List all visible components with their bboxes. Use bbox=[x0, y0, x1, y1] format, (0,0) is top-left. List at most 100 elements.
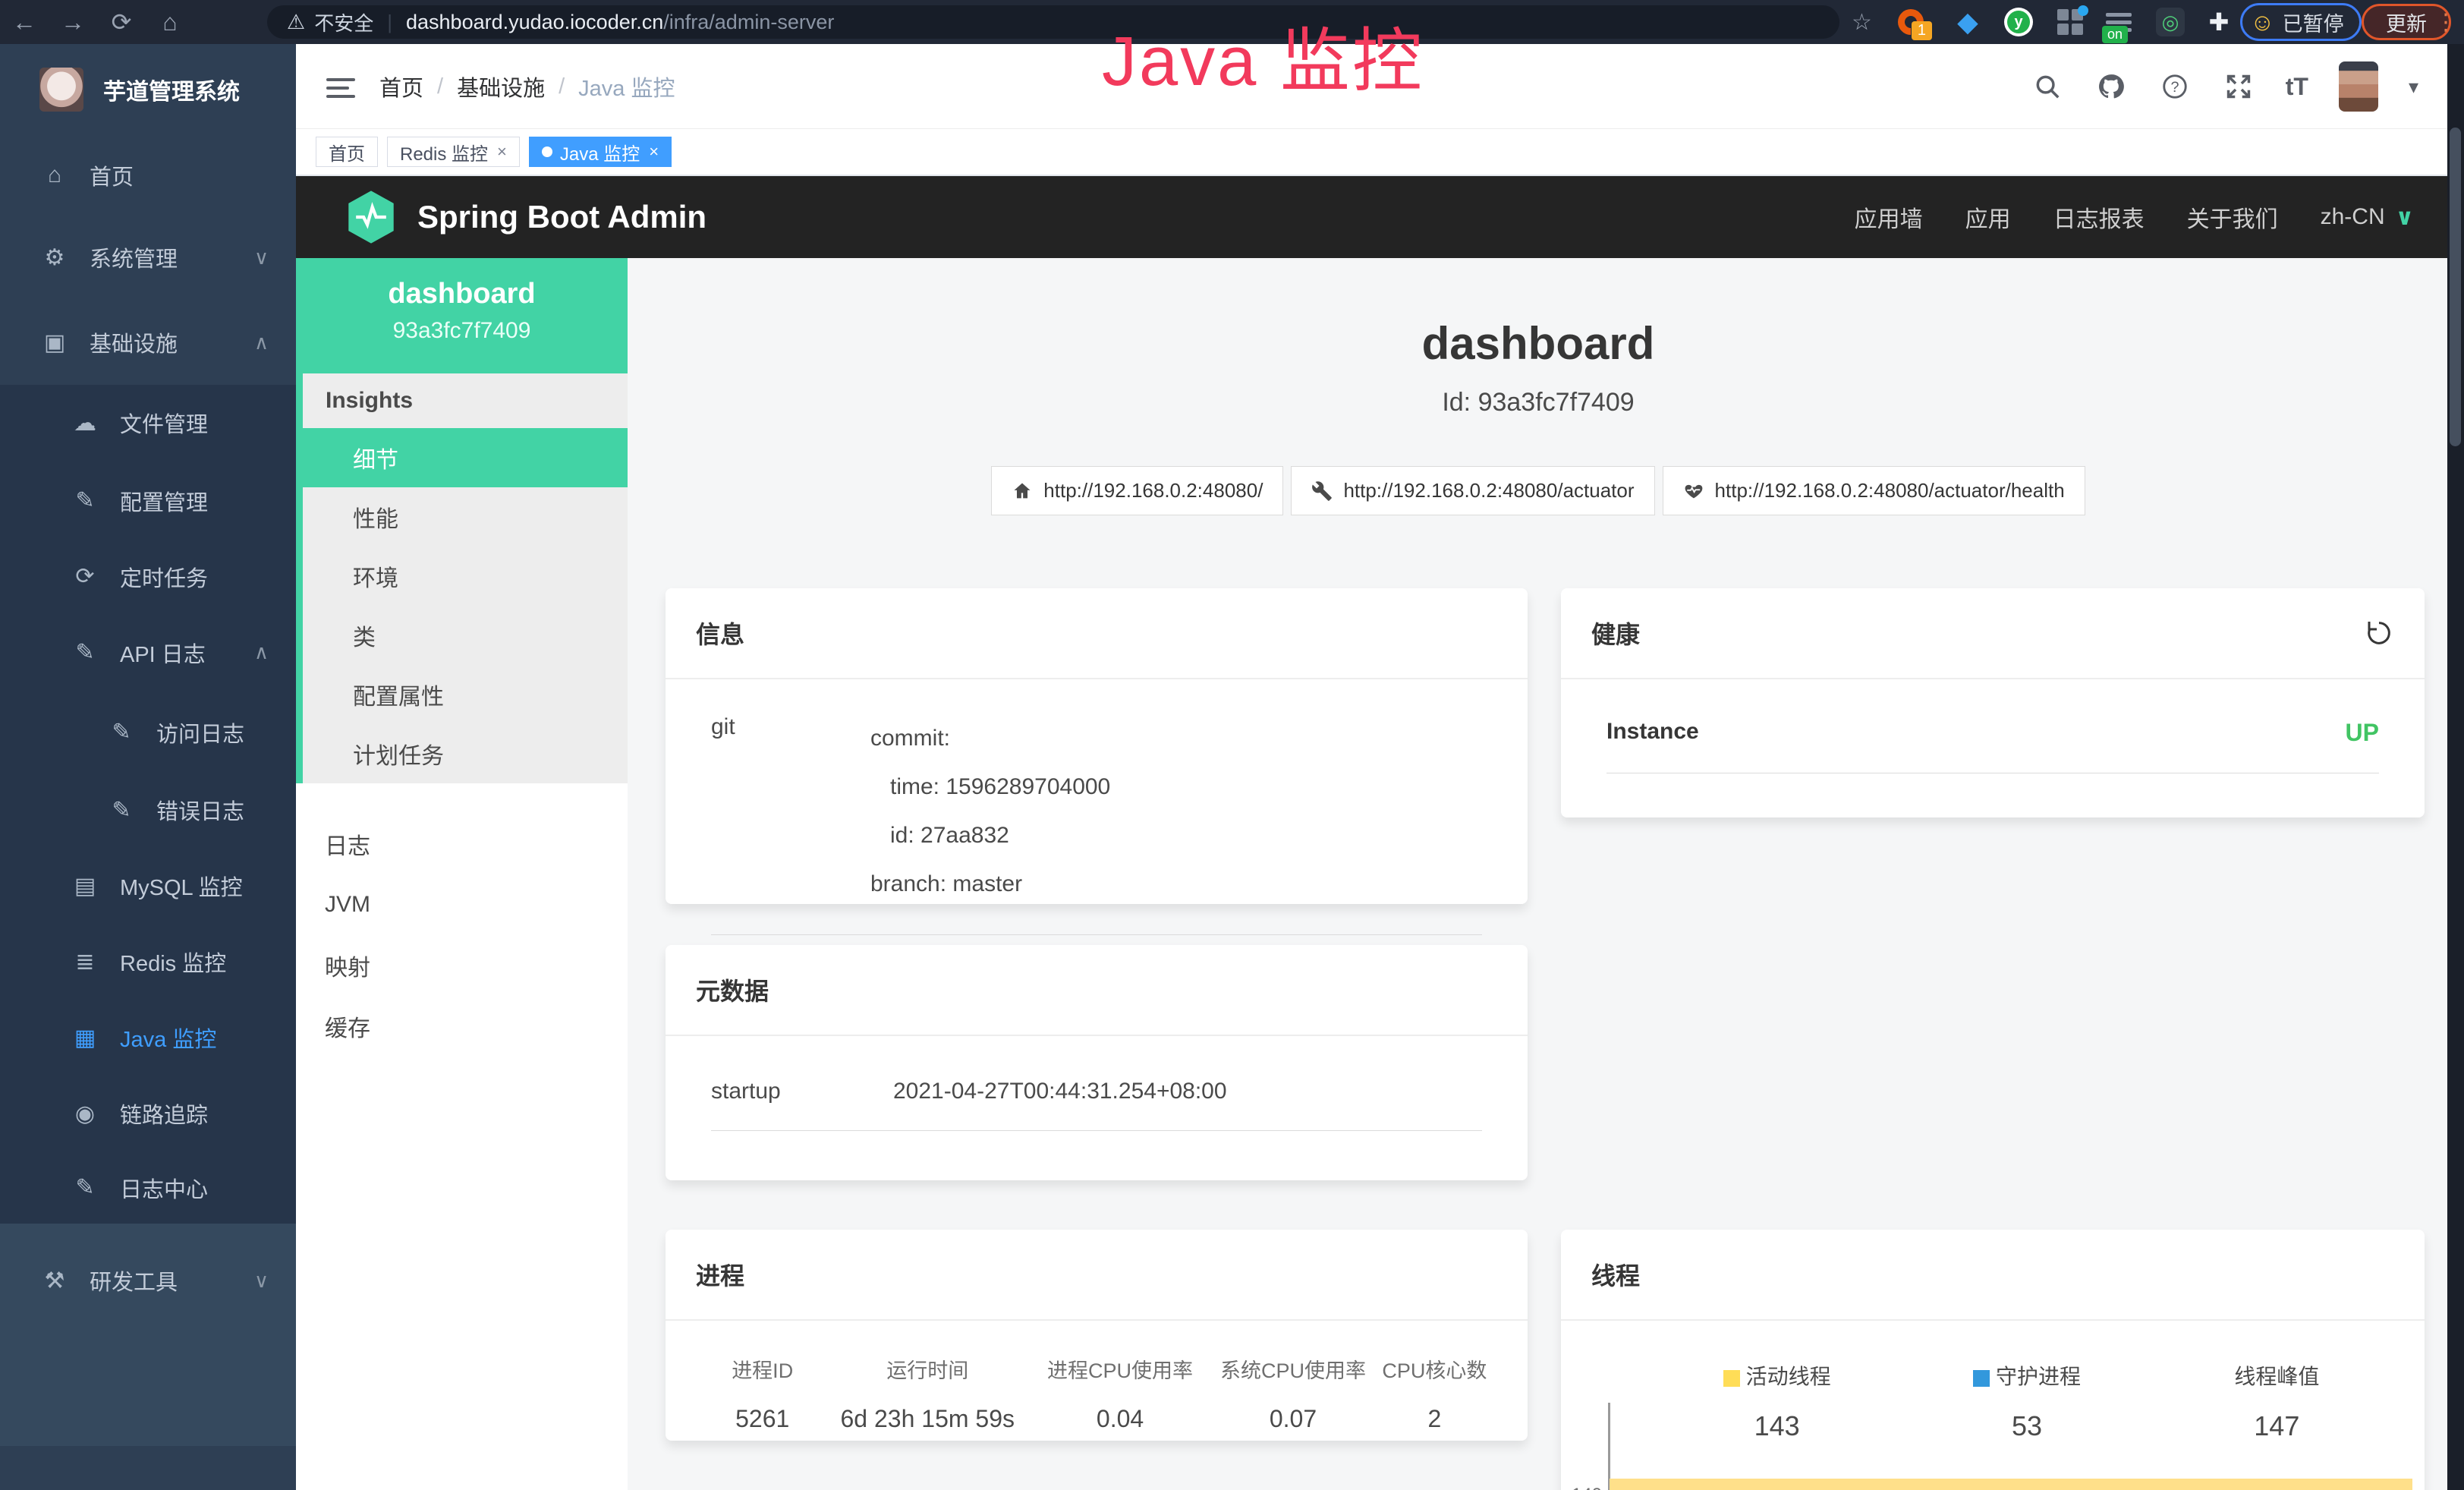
user-avatar[interactable] bbox=[2339, 61, 2378, 112]
sidebar-item-label: 研发工具 bbox=[90, 1265, 178, 1296]
instance-urls: http://192.168.0.2:48080/ http://192.168… bbox=[628, 466, 2449, 515]
extension-c-icon[interactable]: 1 bbox=[1896, 7, 1926, 37]
sidebar-item-infra[interactable]: ▣ 基础设施 ∧ bbox=[0, 300, 296, 385]
browser-back-icon[interactable]: ← bbox=[0, 8, 49, 36]
sba-language-select[interactable]: zh-CN ∨ bbox=[2321, 204, 2414, 231]
extension-gem-icon[interactable]: ◆ bbox=[1953, 7, 1983, 37]
col-pid: 进程ID bbox=[703, 1354, 821, 1384]
paused-extension-badge[interactable]: ☺ 已暂停 bbox=[2240, 3, 2362, 41]
close-icon[interactable]: × bbox=[497, 142, 507, 162]
java-monitor-icon: ▦ bbox=[70, 1025, 100, 1051]
tag-redis[interactable]: Redis 监控 × bbox=[387, 137, 520, 167]
extension-magnifier-icon[interactable]: ◎ bbox=[2155, 7, 2186, 37]
val-pid: 5261 bbox=[703, 1405, 821, 1433]
bookmark-star-icon[interactable]: ☆ bbox=[1852, 9, 1872, 36]
threads-chart: 140 120 100 bbox=[1561, 1412, 2425, 1490]
extension-list-icon[interactable]: on bbox=[2104, 7, 2134, 37]
sidebar-item-home[interactable]: ⌂ 首页 bbox=[0, 135, 296, 215]
sba-nav-journal[interactable]: 日志报表 bbox=[2053, 200, 2145, 234]
sidebar-item-system[interactable]: ⚙ 系统管理 ∨ bbox=[0, 215, 296, 300]
hamburger-icon[interactable] bbox=[326, 73, 355, 103]
col-process-cpu: 进程CPU使用率 bbox=[1034, 1354, 1207, 1384]
health-card: 健康 Instance UP bbox=[1561, 588, 2425, 817]
menu-item-caches[interactable]: 缓存 bbox=[296, 996, 628, 1057]
history-icon[interactable] bbox=[2364, 618, 2394, 648]
menu-item-configprops[interactable]: 配置属性 bbox=[303, 665, 628, 724]
help-icon[interactable]: ? bbox=[2158, 70, 2192, 103]
startup-key: startup bbox=[711, 1079, 893, 1104]
sidebar-item-trace[interactable]: ◉ 链路追踪 bbox=[0, 1076, 296, 1151]
sidebar-item-file[interactable]: ☁ 文件管理 bbox=[0, 385, 296, 461]
sidebar-item-devtools[interactable]: ⚒ 研发工具 ∨ bbox=[0, 1239, 296, 1322]
menu-item-classes[interactable]: 类 bbox=[303, 606, 628, 665]
sba-navbar: Spring Boot Admin 应用墙 应用 日志报表 关于我们 zh-CN… bbox=[296, 176, 2464, 258]
grid-notification-dot bbox=[2078, 5, 2088, 16]
y-circle-inner: y bbox=[2007, 11, 2030, 33]
avatar-caret-icon[interactable]: ▾ bbox=[2409, 75, 2418, 99]
app-logo-row[interactable]: 芋道管理系统 bbox=[0, 44, 296, 135]
sidebar-item-java[interactable]: ▦ Java 监控 bbox=[0, 1000, 296, 1076]
sba-nav-wall[interactable]: 应用墙 bbox=[1855, 200, 1923, 234]
breadcrumb-home[interactable]: 首页 bbox=[379, 71, 423, 102]
fullscreen-icon[interactable] bbox=[2222, 70, 2255, 103]
sidebar-item-mysql[interactable]: ▤ MySQL 监控 bbox=[0, 848, 296, 924]
font-size-icon[interactable]: tT bbox=[2286, 73, 2308, 101]
browser-menu-icon[interactable]: ⋮ bbox=[2434, 9, 2457, 36]
log-edit-icon: ✎ bbox=[70, 639, 100, 666]
y-circle-outer: y bbox=[2004, 8, 2033, 36]
url-host: dashboard.yudao.iocoder.cn bbox=[406, 11, 663, 34]
actuator-url-button[interactable]: http://192.168.0.2:48080/actuator bbox=[1291, 466, 1654, 515]
browser-home-icon[interactable]: ⌂ bbox=[146, 8, 194, 36]
service-url-button[interactable]: http://192.168.0.2:48080/ bbox=[991, 466, 1283, 515]
status-badge: UP bbox=[2346, 719, 2379, 747]
breadcrumb-infra[interactable]: 基础设施 bbox=[457, 71, 545, 102]
edit-icon: ✎ bbox=[70, 1174, 100, 1201]
menu-item-jvm[interactable]: JVM bbox=[296, 874, 628, 935]
search-icon[interactable] bbox=[2031, 70, 2064, 103]
menu-item-details[interactable]: 细节 bbox=[303, 428, 628, 487]
sba-brand-title[interactable]: Spring Boot Admin bbox=[417, 199, 706, 235]
browser-forward-icon[interactable]: → bbox=[49, 8, 97, 36]
address-bar[interactable]: ⚠ 不安全 | dashboard.yudao.iocoder.cn /infr… bbox=[267, 5, 1839, 39]
sidebar-item-config[interactable]: ✎ 配置管理 bbox=[0, 461, 296, 540]
chevron-down-icon: ∨ bbox=[254, 246, 269, 269]
sidebar-item-label: 文件管理 bbox=[120, 407, 208, 439]
not-secure-label[interactable]: 不安全 bbox=[314, 8, 373, 36]
instance-header[interactable]: dashboard 93a3fc7f7409 bbox=[296, 258, 628, 373]
sba-logo-icon[interactable] bbox=[346, 189, 396, 245]
sidebar-item-apilog[interactable]: ✎ API 日志 ∧ bbox=[0, 613, 296, 692]
infra-submenu: ☁ 文件管理 ✎ 配置管理 ⟳ 定时任务 ✎ API 日志 ∧ ✎ 访问日志 ✎ bbox=[0, 385, 296, 1224]
language-label: zh-CN bbox=[2321, 204, 2385, 230]
tag-label: Java 监控 bbox=[560, 139, 640, 165]
window-scrollbar[interactable] bbox=[2447, 44, 2464, 1490]
sidebar-item-logcenter[interactable]: ✎ 日志中心 bbox=[0, 1151, 296, 1224]
sidebar-item-label: 访问日志 bbox=[156, 717, 244, 748]
close-icon[interactable]: × bbox=[649, 142, 659, 162]
sidebar-item-job[interactable]: ⟳ 定时任务 bbox=[0, 540, 296, 613]
url-path: /infra/admin-server bbox=[663, 11, 834, 34]
sidebar-item-accesslog[interactable]: ✎ 访问日志 bbox=[0, 692, 296, 772]
scrollbar-thumb[interactable] bbox=[2450, 128, 2461, 446]
extension-grid-icon[interactable] bbox=[2055, 7, 2085, 37]
sidebar-item-label: 错误日志 bbox=[156, 794, 244, 826]
val-process-cpu: 0.04 bbox=[1034, 1405, 1207, 1433]
tag-java-active[interactable]: Java 监控 × bbox=[529, 137, 672, 167]
extensions-puzzle-icon[interactable]: ✚ bbox=[2204, 7, 2234, 37]
sidebar-item-redis[interactable]: ≣ Redis 监控 bbox=[0, 924, 296, 1000]
process-table: 进程ID 运行时间 进程CPU使用率 系统CPU使用率 CPU核心数 5261 … bbox=[666, 1321, 1528, 1433]
health-url-button[interactable]: http://192.168.0.2:48080/actuator/health bbox=[1663, 466, 2085, 515]
github-icon[interactable] bbox=[2094, 70, 2128, 103]
sba-nav-applications[interactable]: 应用 bbox=[1965, 200, 2011, 234]
extension-y-icon[interactable]: y bbox=[2003, 7, 2034, 37]
language-caret-icon: ∨ bbox=[2396, 204, 2414, 231]
sidebar-item-errorlog[interactable]: ✎ 错误日志 bbox=[0, 772, 296, 848]
tag-home[interactable]: 首页 bbox=[316, 137, 378, 167]
menu-item-scheduled[interactable]: 计划任务 bbox=[303, 724, 628, 783]
menu-item-logfile[interactable]: 日志 bbox=[296, 814, 628, 874]
menu-item-metrics[interactable]: 性能 bbox=[303, 487, 628, 547]
edit-icon: ✎ bbox=[106, 797, 137, 824]
menu-item-environment[interactable]: 环境 bbox=[303, 547, 628, 606]
browser-reload-icon[interactable]: ⟳ bbox=[97, 8, 146, 36]
menu-item-mappings[interactable]: 映射 bbox=[296, 935, 628, 996]
sba-nav-about[interactable]: 关于我们 bbox=[2187, 200, 2278, 234]
